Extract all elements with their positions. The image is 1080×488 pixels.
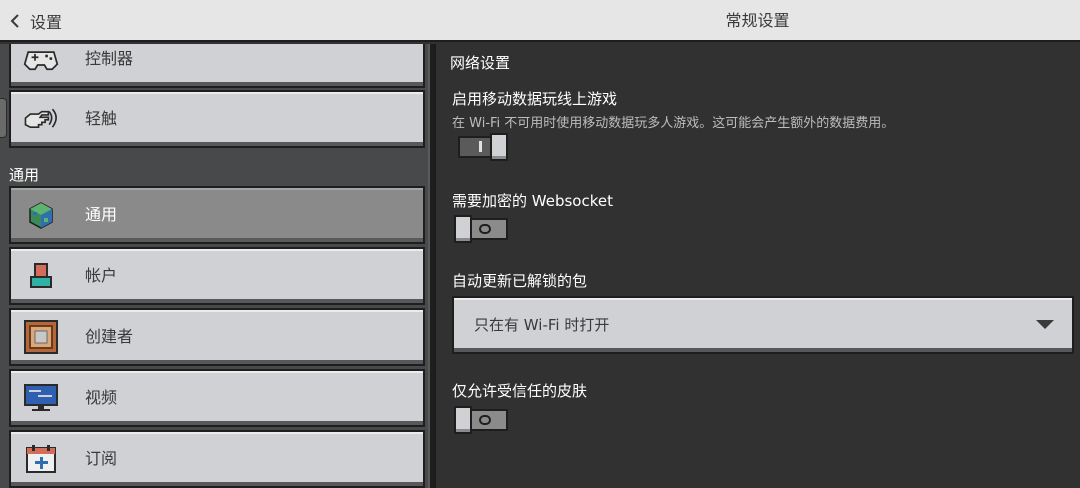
- chevron-left-icon: [10, 13, 20, 29]
- encrypted-websocket-toggle[interactable]: [454, 215, 510, 243]
- section-label-general: 通用: [9, 166, 40, 184]
- calendar-plus-icon: [23, 442, 59, 476]
- toggle-off-indicator: [479, 415, 491, 425]
- caret-down-icon: [1036, 320, 1054, 329]
- toggle-on-indicator: [479, 141, 482, 152]
- monitor-icon: [23, 381, 59, 415]
- touch-hand-icon: [23, 102, 59, 136]
- sidebar-item-account[interactable]: 帐户: [9, 247, 425, 305]
- setting-title-trusted-skins: 仅允许受信任的皮肤: [452, 382, 588, 400]
- toggle-off-indicator: [479, 224, 491, 234]
- sidebar-item-label: 通用: [85, 205, 118, 224]
- setting-description-mobile-data: 在 Wi-Fi 不可用时使用移动数据玩多人游戏。这可能会产生额外的数据费用。: [452, 116, 895, 131]
- toggle-knob: [490, 133, 508, 161]
- sidebar-item-label: 控制器: [85, 49, 134, 68]
- trusted-skins-toggle[interactable]: [454, 406, 510, 434]
- setting-title-encrypted-websocket: 需要加密的 Websocket: [452, 192, 613, 210]
- panel-divider: [428, 44, 436, 488]
- sidebar-item-label: 订阅: [85, 449, 118, 468]
- sidebar-item-subscriptions[interactable]: 订阅: [9, 430, 425, 488]
- sidebar-item-controller[interactable]: 控制器: [9, 44, 425, 88]
- mobile-data-toggle[interactable]: [454, 133, 510, 161]
- account-icon: [23, 259, 59, 293]
- toggle-knob: [454, 406, 472, 434]
- sidebar-item-label: 轻触: [85, 109, 118, 128]
- sidebar-item-label: 视频: [85, 388, 118, 407]
- back-label: 设置: [30, 13, 63, 32]
- gamepad-icon: [23, 44, 59, 76]
- toggle-knob: [454, 215, 472, 243]
- globe-cube-icon: [23, 198, 59, 232]
- back-button[interactable]: 设置: [10, 6, 62, 36]
- sidebar-item-label: 帐户: [85, 266, 118, 285]
- setting-title-mobile-data: 启用移动数据玩线上游戏: [452, 90, 618, 108]
- sidebar-edge-handle[interactable]: [0, 98, 7, 138]
- section-heading-network: 网络设置: [450, 54, 511, 72]
- sidebar-item-general[interactable]: 通用: [9, 186, 425, 244]
- settings-screen: 设置 常规设置 控制器 轻触 通用 通用 帐户 创建者 视频 订阅 网络设置 启…: [0, 0, 1080, 488]
- sidebar-item-video[interactable]: 视频: [9, 369, 425, 427]
- dropdown-selected-value: 只在有 Wi-Fi 时打开: [474, 316, 610, 334]
- top-bar: 设置 常规设置: [0, 0, 1080, 42]
- auto-update-dropdown[interactable]: 只在有 Wi-Fi 时打开: [452, 296, 1074, 354]
- sidebar-item-touch[interactable]: 轻触: [9, 90, 425, 148]
- settings-content[interactable]: 网络设置 启用移动数据玩线上游戏 在 Wi-Fi 不可用时使用移动数据玩多人游戏…: [436, 44, 1080, 488]
- sidebar-item-creator[interactable]: 创建者: [9, 308, 425, 366]
- setting-title-auto-update: 自动更新已解锁的包: [452, 272, 588, 290]
- page-title: 常规设置: [725, 11, 790, 30]
- sidebar[interactable]: 控制器 轻触 通用 通用 帐户 创建者 视频 订阅: [0, 44, 428, 488]
- sidebar-item-label: 创建者: [85, 327, 134, 346]
- command-block-icon: [23, 320, 59, 354]
